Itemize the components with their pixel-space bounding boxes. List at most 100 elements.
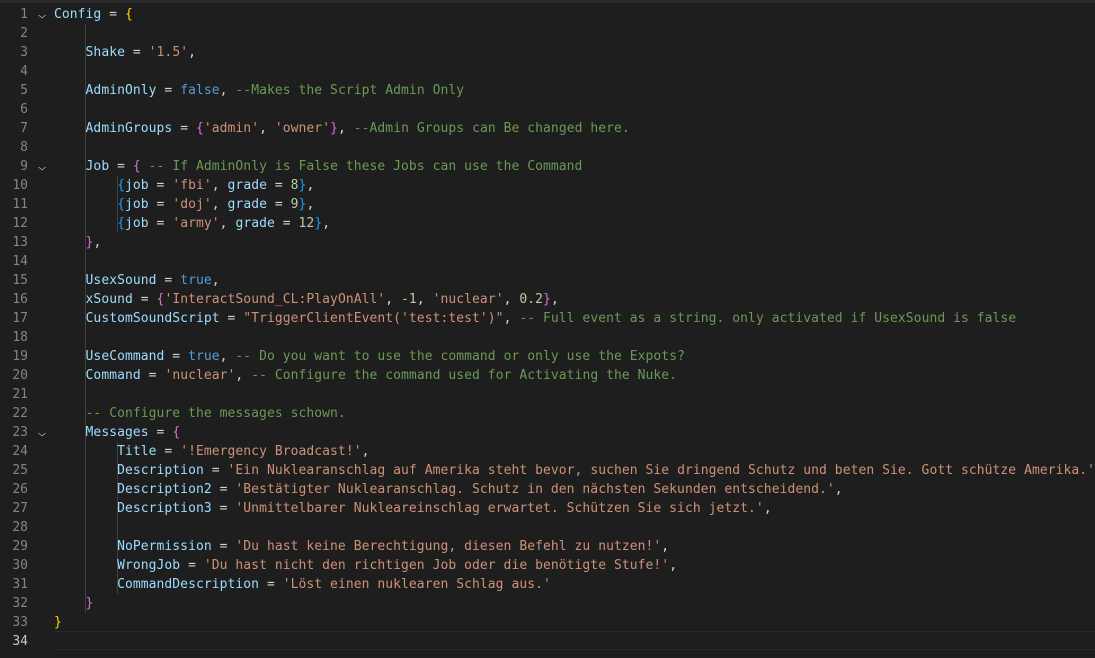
code-token: ,	[211, 273, 220, 288]
line-number: 1	[20, 7, 28, 22]
code-line[interactable]: CustomSoundScript = "TriggerClientEvent(…	[54, 309, 1017, 328]
code-token: =	[266, 197, 291, 212]
code-line[interactable]: NoPermission = 'Du hast keine Berechtigu…	[54, 537, 669, 556]
code-token: AdminGroups	[85, 121, 173, 136]
code-token: false	[180, 83, 220, 98]
code-token: 'admin'	[203, 121, 260, 136]
code-token: ,	[219, 216, 236, 231]
code-area[interactable]: Config = { Shake = '1.5', AdminOnly = fa…	[54, 0, 1095, 658]
code-token: ,	[361, 444, 370, 459]
code-token: --Makes the Script Admin Only	[235, 83, 465, 98]
code-token: =	[124, 45, 149, 60]
code-token: 0.2	[519, 292, 544, 307]
code-line[interactable]: Shake = '1.5',	[54, 43, 196, 62]
code-token: ,	[306, 197, 315, 212]
code-token: ,	[322, 216, 331, 231]
line-number: 5	[20, 83, 28, 98]
code-line[interactable]: {job = 'doj', grade = 9},	[54, 195, 314, 214]
code-line[interactable]: AdminGroups = {'admin', 'owner'}, --Admi…	[54, 119, 630, 138]
code-line[interactable]: WrongJob = 'Du hast nicht den richtigen …	[54, 556, 677, 575]
line-number: 34	[12, 634, 28, 649]
code-token: 'Ein Nuklearanschlag auf Amerika steht b…	[227, 463, 1095, 478]
line-number: 22	[12, 406, 28, 421]
code-editor[interactable]: 1 2 3 4 5 6 7 8 9 10 11 12 13 14 15 16 17 18 19 20 21 22 23 24 2…	[0, 0, 1095, 658]
code-token: "TriggerClientEvent('test:test')"	[243, 311, 504, 326]
code-line[interactable]: {job = 'army', grade = 12},	[54, 214, 330, 233]
line-number: 24	[12, 444, 28, 459]
code-token: =	[109, 159, 133, 174]
chevron-down-icon[interactable]: ⌵	[36, 423, 49, 442]
code-token: ,	[219, 349, 236, 364]
chevron-down-icon[interactable]: ⌵	[36, 157, 49, 176]
code-line[interactable]: CommandDescription = 'Löst einen nuklear…	[54, 575, 551, 594]
code-line[interactable]: Title = '!Emergency Broadcast!',	[54, 442, 370, 461]
code-token: true	[180, 273, 212, 288]
line-number: 10	[12, 178, 28, 193]
code-token: grade	[235, 216, 275, 231]
code-token: Description3	[117, 501, 212, 516]
code-line[interactable]: -- Configure the messages schown.	[54, 404, 346, 423]
line-number: 14	[12, 254, 28, 269]
code-line[interactable]: Command = 'nuclear', -- Configure the co…	[54, 366, 677, 385]
line-number: 15	[12, 273, 28, 288]
code-line[interactable]: UsexSound = true,	[54, 271, 220, 290]
line-number: 31	[12, 577, 28, 592]
code-token: ,	[385, 292, 402, 307]
line-number: 11	[12, 197, 28, 212]
code-token: job	[124, 216, 149, 231]
code-token: ,	[763, 501, 772, 516]
code-token: grade	[227, 197, 267, 212]
code-token: '!Emergency Broadcast!'	[180, 444, 362, 459]
code-token: Job	[85, 159, 110, 174]
code-line[interactable]: Description3 = 'Unmittelbarer Nuklearein…	[54, 499, 772, 518]
code-line[interactable]: Description = 'Ein Nuklearanschlag auf A…	[54, 461, 1095, 480]
code-line[interactable]: Config = {	[54, 5, 133, 24]
code-token: Description	[117, 463, 204, 478]
code-line[interactable]: UseCommand = true, -- Do you want to use…	[54, 347, 685, 366]
code-token: }	[543, 292, 551, 307]
code-token: -1	[401, 292, 417, 307]
code-token: =	[164, 349, 189, 364]
code-line[interactable]: }	[54, 594, 94, 613]
code-line[interactable]: }	[54, 613, 62, 632]
code-token: 'Unmittelbarer Nukleareinschlag erwartet…	[235, 501, 764, 516]
code-token: {	[117, 197, 125, 212]
code-token: 'Löst einen nuklearen Schlag aus.'	[282, 577, 551, 592]
code-token: AdminOnly	[85, 83, 157, 98]
code-line[interactable]: {job = 'fbi', grade = 8},	[54, 176, 314, 195]
code-token: ,	[211, 178, 228, 193]
code-line[interactable]: AdminOnly = false, --Makes the Script Ad…	[54, 81, 465, 100]
code-token: CustomSoundScript	[85, 311, 220, 326]
code-line[interactable]: xSound = {'InteractSound_CL:PlayOnAll', …	[54, 290, 559, 309]
code-token: Shake	[85, 45, 125, 60]
code-token: =	[132, 292, 157, 307]
code-token: '1.5'	[148, 45, 189, 60]
code-token: =	[259, 577, 283, 592]
line-number: 17	[12, 311, 28, 326]
code-token: Messages	[85, 425, 149, 440]
code-token: =	[211, 501, 236, 516]
code-line[interactable]: },	[54, 233, 102, 252]
line-number: 30	[12, 558, 28, 573]
code-line[interactable]: Job = { -- If AdminOnly is False these J…	[54, 157, 583, 176]
line-number: 29	[12, 539, 28, 554]
code-token: WrongJob	[117, 558, 181, 573]
code-line[interactable]: Messages = {	[54, 423, 181, 442]
chevron-down-icon[interactable]: ⌵	[36, 5, 49, 24]
code-token: ,	[337, 121, 354, 136]
code-token: ,	[661, 539, 670, 554]
line-number: 19	[12, 349, 28, 364]
code-line[interactable]: Description2 = 'Bestätigter Nuklearansch…	[54, 480, 843, 499]
code-token: UseCommand	[85, 349, 165, 364]
